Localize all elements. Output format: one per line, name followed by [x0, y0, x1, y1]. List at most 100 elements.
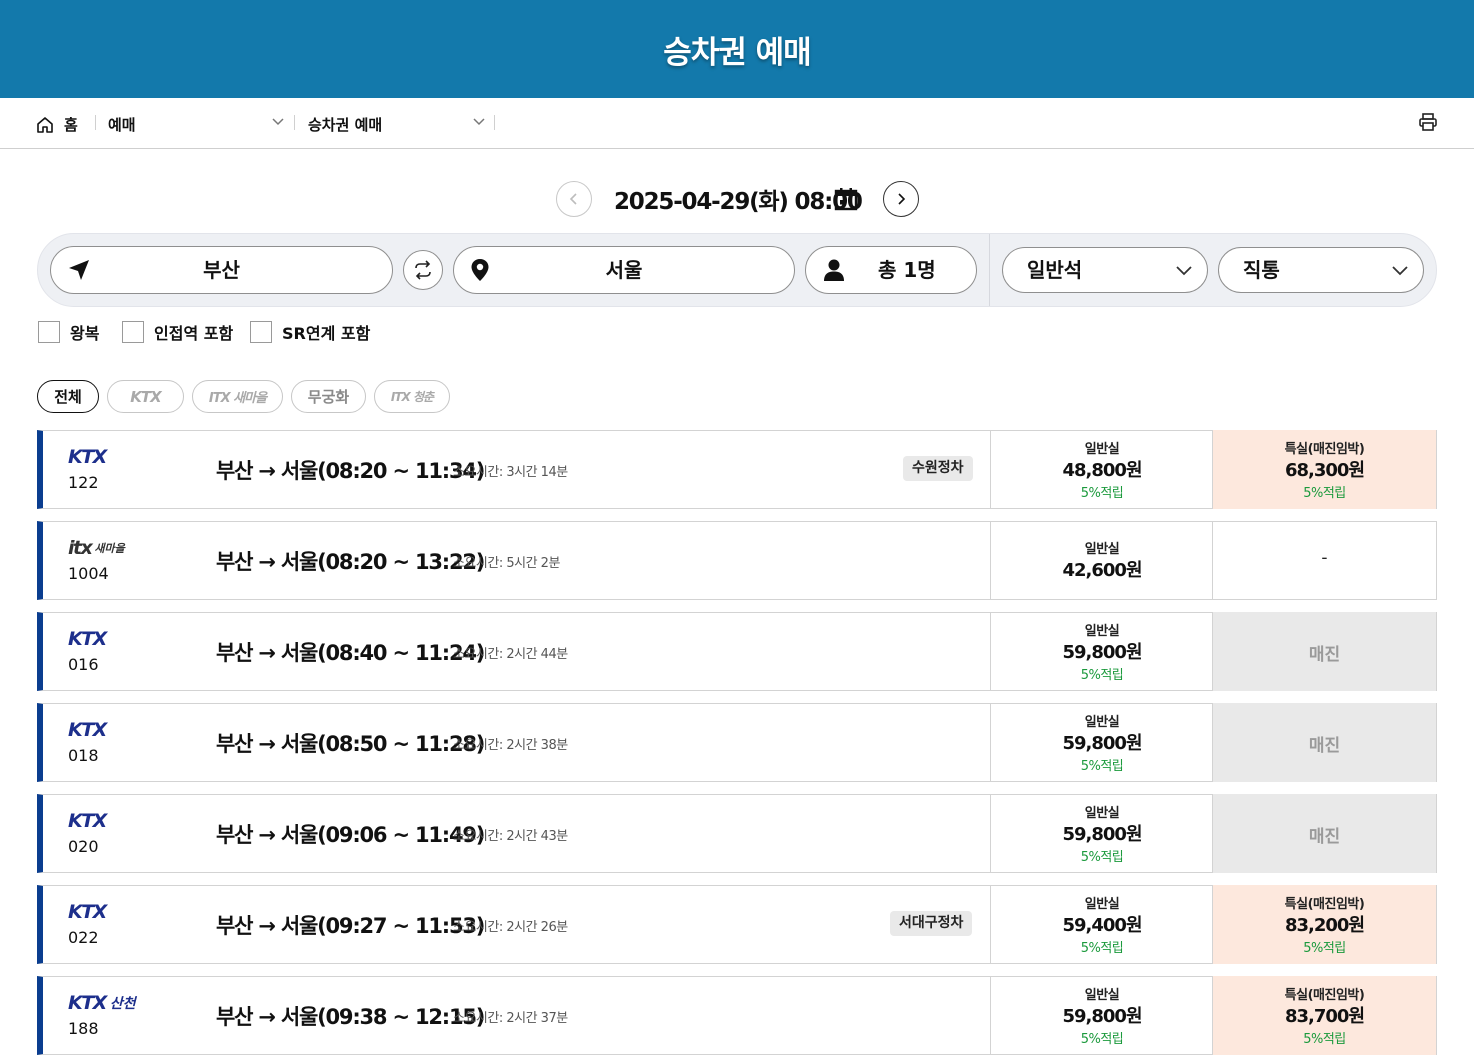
general-seat-price: 59,800원	[1062, 642, 1142, 663]
soldout-label: 매진	[1308, 827, 1341, 847]
train-row[interactable]: KTX 산천 188 부산 → 서울(09:38 ~ 12:15) 소요시간: 2…	[37, 976, 1437, 1055]
checkbox-box[interactable]	[250, 321, 272, 343]
general-seat-cell[interactable]: 일반실 59,400원 5%적립	[990, 885, 1213, 964]
special-seat-points: 5%적립	[1303, 486, 1346, 501]
general-seat-cell[interactable]: 일반실 42,600원	[990, 521, 1213, 600]
general-seat-points: 5%적립	[1080, 850, 1124, 865]
filter-itx-saemaeul[interactable]: ITX 새마을	[192, 380, 283, 413]
route-time: 부산 → 서울(09:38 ~ 12:15)	[216, 1005, 485, 1029]
breadcrumb-home[interactable]: 홈	[36, 114, 78, 135]
general-seat-title: 일반실	[1084, 988, 1120, 1003]
train-number: 016	[68, 655, 99, 674]
general-seat-price: 59,800원	[1062, 733, 1142, 754]
round-trip-checkbox[interactable]: 왕복	[38, 320, 99, 344]
arrival-station-field[interactable]: 서울	[453, 246, 795, 294]
general-seat-cell[interactable]: 일반실 59,800원 5%적립	[990, 794, 1213, 873]
ktx-logo: KTX	[68, 901, 107, 923]
chevron-down-icon	[1176, 266, 1192, 276]
breadcrumb-level1-select[interactable]: 예매	[108, 114, 136, 135]
next-date-button[interactable]	[883, 181, 919, 217]
swap-stations-button[interactable]	[403, 250, 443, 290]
breadcrumb-divider	[494, 115, 495, 130]
checkbox-box[interactable]	[122, 321, 144, 343]
general-seat-cell[interactable]: 일반실 59,800원 5%적립	[990, 976, 1213, 1055]
soldout-label: 매진	[1308, 645, 1341, 665]
train-logo: KTX	[68, 445, 107, 469]
search-divider	[989, 234, 990, 306]
checkbox-label: 왕복	[70, 324, 100, 343]
departure-station: 부산	[203, 258, 240, 282]
train-number: 020	[68, 837, 99, 856]
special-seat-cell[interactable]: 특실(매진임박) 83,200원 5%적립	[1212, 885, 1436, 964]
train-logo: KTX	[68, 900, 107, 924]
prev-date-button[interactable]	[556, 181, 592, 217]
travel-duration: 소요시간: 2시간 44분	[453, 647, 568, 662]
itx-cheongchun-logo: ITX 청춘	[390, 390, 434, 404]
train-row[interactable]: KTX 016 부산 → 서울(08:40 ~ 11:24) 소요시간: 2시간…	[37, 612, 1437, 691]
special-seat-cell[interactable]: 특실(매진임박) 68,300원 5%적립	[1212, 430, 1436, 509]
breadcrumb-divider	[95, 115, 96, 130]
selected-datetime[interactable]: 2025-04-29(화) 08:00	[614, 182, 863, 216]
train-row[interactable]: KTX 018 부산 → 서울(08:50 ~ 11:28) 소요시간: 2시간…	[37, 703, 1437, 782]
route-time: 부산 → 서울(08:40 ~ 11:24)	[216, 641, 485, 665]
train-row[interactable]: KTX 022 부산 → 서울(09:27 ~ 11:53) 소요시간: 2시간…	[37, 885, 1437, 964]
itx-saemaeul-logo: ITX 새마을	[208, 391, 267, 406]
nearby-station-checkbox[interactable]: 인접역 포함	[122, 320, 233, 344]
passengers-count: 총 1명	[878, 258, 936, 282]
route-type-select[interactable]: 직통	[1218, 247, 1424, 293]
ktx-sancheon-logo-sub: 산천	[109, 996, 136, 1012]
home-icon	[37, 116, 53, 133]
route-time: 부산 → 서울(08:50 ~ 11:28)	[216, 732, 485, 756]
train-number: 018	[68, 746, 99, 765]
filter-ktx[interactable]: KTX	[107, 380, 184, 413]
special-seat-cell: 매진	[1212, 612, 1436, 691]
itx-saemaeul-logo: itx	[68, 537, 93, 559]
chevron-down-icon[interactable]	[472, 113, 486, 129]
general-seat-price: 59,800원	[1062, 1006, 1142, 1027]
train-number: 122	[68, 473, 99, 492]
general-seat-points: 5%적립	[1080, 941, 1124, 956]
filter-label: 전체	[54, 388, 82, 406]
general-seat-title: 일반실	[1084, 542, 1120, 557]
general-seat-cell[interactable]: 일반실 59,800원 5%적립	[990, 612, 1213, 691]
filter-itx-cheongchun[interactable]: ITX 청춘	[374, 380, 450, 413]
special-seat-points: 5%적립	[1303, 941, 1346, 956]
chevron-down-icon[interactable]	[271, 113, 285, 129]
special-seat-title: 특실(매진임박)	[1284, 988, 1365, 1003]
filter-all[interactable]: 전체	[37, 380, 99, 413]
calendar-icon[interactable]	[834, 187, 858, 211]
breadcrumb-level2-select[interactable]: 승차권 예매	[308, 114, 382, 135]
general-seat-title: 일반실	[1084, 624, 1120, 639]
special-seat-price: 68,300원	[1284, 460, 1365, 481]
general-seat-points: 5%적립	[1080, 1032, 1124, 1047]
ktx-logo: KTX	[68, 992, 107, 1014]
seat-class-select[interactable]: 일반석	[1002, 247, 1208, 293]
arrival-station: 서울	[605, 258, 643, 282]
general-seat-title: 일반실	[1084, 715, 1120, 730]
special-seat-cell[interactable]: 특실(매진임박) 83,700원 5%적립	[1212, 976, 1436, 1055]
train-row[interactable]: KTX 122 부산 → 서울(08:20 ~ 11:34) 소요시간: 3시간…	[37, 430, 1437, 509]
special-seat-price: 83,700원	[1284, 1006, 1365, 1027]
special-seat-title: 특실(매진임박)	[1284, 442, 1365, 457]
ktx-logo: KTX	[68, 810, 107, 832]
ktx-logo: KTX	[68, 628, 107, 650]
general-seat-cell[interactable]: 일반실 59,800원 5%적립	[990, 703, 1213, 782]
checkbox-box[interactable]	[38, 321, 60, 343]
checkbox-label: 인접역 포함	[154, 324, 234, 343]
sr-link-checkbox[interactable]: SR연계 포함	[250, 320, 370, 344]
seat-class-value: 일반석	[1027, 258, 1083, 282]
general-seat-cell[interactable]: 일반실 48,800원 5%적립	[990, 430, 1213, 509]
stop-badge: 서대구정차	[890, 911, 973, 936]
filter-mugunghwa[interactable]: 무궁화	[291, 380, 366, 413]
train-row[interactable]: itx 새마을 1004 부산 → 서울(08:20 ~ 13:22) 소요시간:…	[37, 521, 1437, 600]
departure-station-field[interactable]: 부산	[50, 246, 393, 294]
train-logo: KTX	[68, 718, 107, 742]
train-row[interactable]: KTX 020 부산 → 서울(09:06 ~ 11:49) 소요시간: 2시간…	[37, 794, 1437, 873]
train-logo: KTX 산천	[68, 991, 136, 1015]
travel-duration: 소요시간: 2시간 37분	[453, 1011, 568, 1026]
general-seat-points: 5%적립	[1080, 668, 1124, 683]
special-seat-price: 83,200원	[1284, 915, 1365, 936]
checkbox-label: SR연계 포함	[282, 324, 371, 343]
passengers-field[interactable]: 총 1명	[805, 246, 977, 294]
print-icon[interactable]	[1418, 112, 1438, 132]
